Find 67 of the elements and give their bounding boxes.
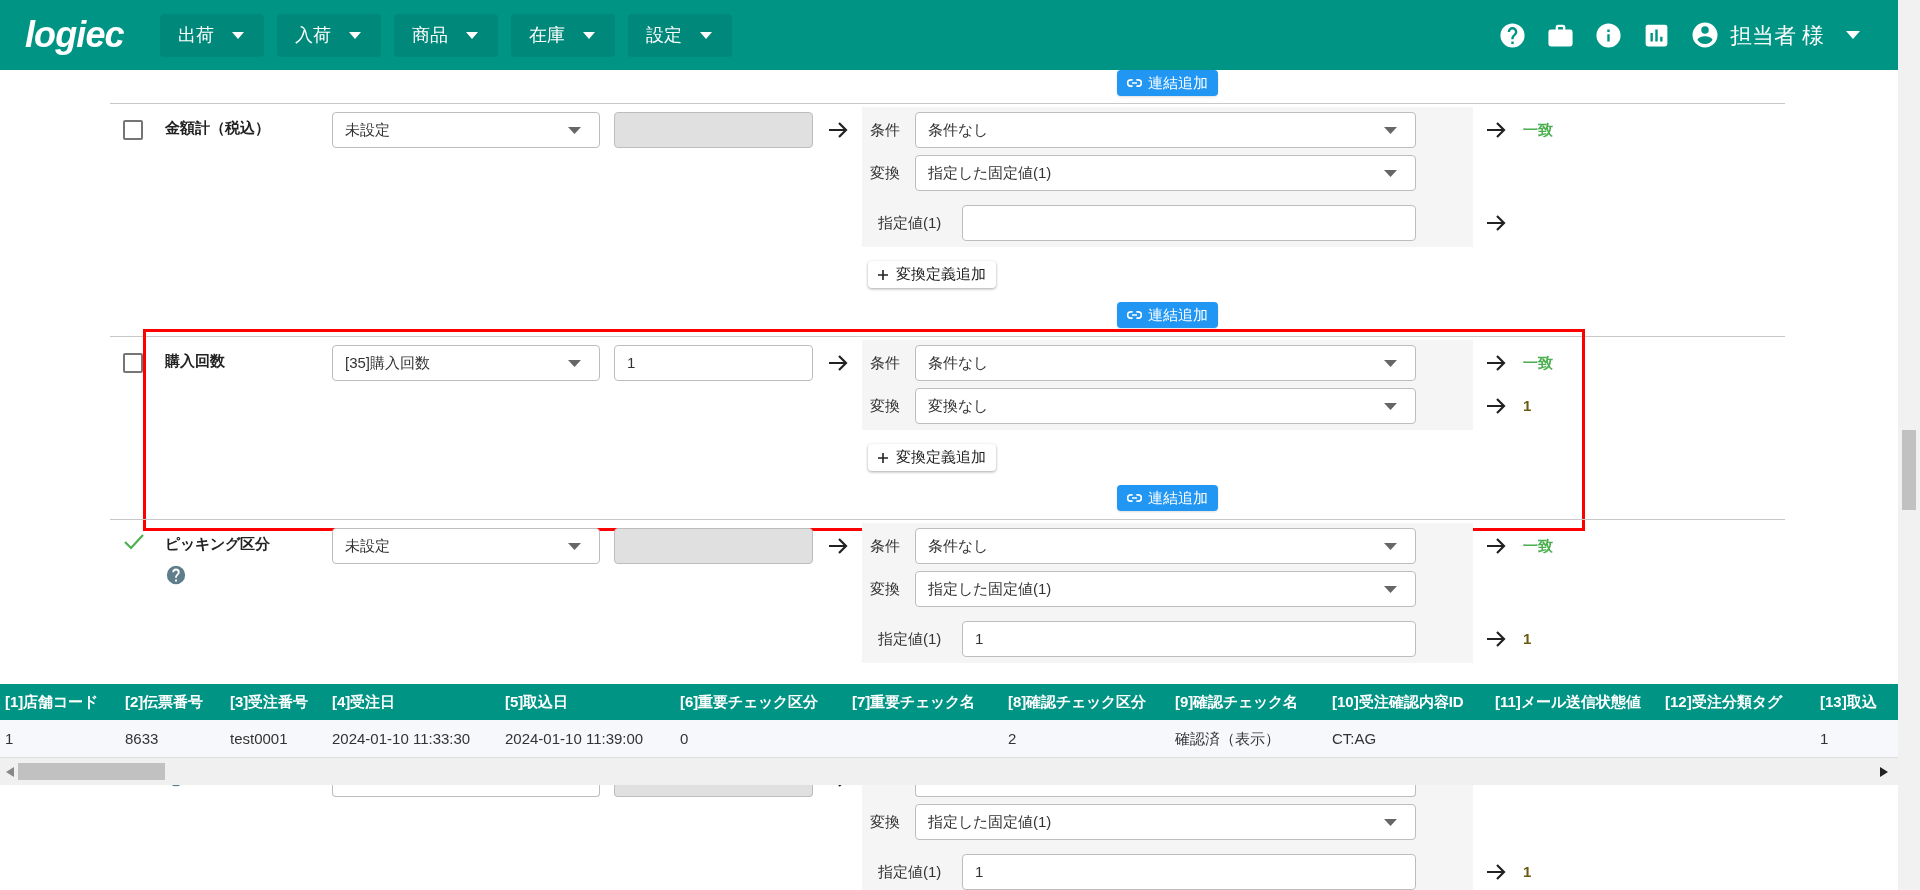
table-cell: 2	[1008, 729, 1017, 747]
add-transform-button[interactable]: 変換定義追加	[868, 261, 996, 288]
nav-menu-button[interactable]: 在庫	[511, 13, 615, 57]
condition-label: 変換	[870, 162, 901, 183]
table-cell: 2024-01-10 11:39:00	[505, 729, 644, 747]
column-header[interactable]: [4]受注日	[332, 693, 396, 710]
add-transform-button[interactable]: 変換定義追加	[868, 444, 996, 471]
field-label: 金額計（税込）	[165, 118, 271, 138]
column-header[interactable]: [8]確認チェック区分	[1008, 693, 1147, 710]
rule-select[interactable]: 条件なし	[915, 528, 1416, 564]
result-text: 1	[1523, 628, 1532, 649]
field-label: 購入回数	[165, 351, 226, 371]
condition-label: 条件	[870, 352, 901, 373]
logo[interactable]: logiec	[25, 17, 135, 53]
condition-label: 条件	[870, 119, 901, 140]
value-label: 指定値(1)	[877, 212, 943, 233]
table-cell: 8633	[125, 729, 159, 747]
column-header[interactable]: [7]重要チェック名	[852, 693, 976, 710]
value-label: 指定値(1)	[877, 861, 943, 882]
column-header[interactable]: [2]伝票番号	[125, 693, 204, 710]
result-text: 一致	[1523, 119, 1553, 140]
condition-label: 条件	[870, 535, 901, 556]
column-header[interactable]: [3]受注番号	[230, 693, 309, 710]
column-header[interactable]: [9]確認チェック名	[1175, 693, 1299, 710]
link-add-button[interactable]: 連結追加	[1117, 302, 1218, 328]
nav-menu-button[interactable]: 出荷	[160, 13, 264, 57]
table-cell: 0	[680, 729, 689, 747]
source-select[interactable]: 未設定	[332, 528, 600, 564]
column-header[interactable]: [10]受注確認内容ID	[1332, 693, 1464, 710]
link-add-button[interactable]: 連結追加	[1117, 485, 1218, 511]
rule-select[interactable]: 指定した固定値(1)	[915, 571, 1416, 607]
table-cell: 2024-01-10 11:33:30	[332, 729, 471, 747]
condition-label: 変換	[870, 395, 901, 416]
result-text: 1	[1523, 861, 1532, 882]
condition-label: 変換	[870, 578, 901, 599]
table-cell: 1	[1820, 729, 1829, 747]
condition-label: 変換	[870, 811, 901, 832]
rule-select[interactable]: 条件なし	[915, 112, 1416, 148]
rule-select[interactable]: 指定した固定値(1)	[915, 804, 1416, 840]
nav-menu-button[interactable]: 設定	[628, 13, 732, 57]
table-cell: test0001	[230, 729, 288, 747]
user-menu-button[interactable]: 担当者 様	[1689, 18, 1860, 52]
link-add-button[interactable]: 連結追加	[1117, 70, 1218, 96]
column-header[interactable]: [12]受注分類タグ	[1665, 693, 1782, 710]
value-label: 指定値(1)	[877, 628, 943, 649]
column-header[interactable]: [5]取込日	[505, 693, 569, 710]
column-header[interactable]: [13]取込	[1820, 693, 1877, 710]
nav-menu-button[interactable]: 商品	[394, 13, 498, 57]
source-select[interactable]: 未設定	[332, 112, 600, 148]
nav-menu-button[interactable]: 入荷	[277, 13, 381, 57]
rule-select[interactable]: 指定した固定値(1)	[915, 155, 1416, 191]
fixed-value-input[interactable]: 1	[962, 854, 1416, 890]
rule-select[interactable]: 変換なし	[915, 388, 1416, 424]
rule-select[interactable]: 条件なし	[915, 345, 1416, 381]
result-text: 1	[1523, 395, 1532, 416]
result-text: 一致	[1523, 535, 1553, 556]
table-cell: 1	[5, 729, 14, 747]
column-header[interactable]: [11]メール送信状態値	[1495, 693, 1641, 710]
table-cell: 確認済（表示）	[1175, 729, 1280, 747]
source-select[interactable]: [35]購入回数	[332, 345, 600, 381]
fixed-value-input[interactable]: 1	[962, 621, 1416, 657]
value-input[interactable]: 1	[614, 345, 813, 381]
field-label: ピッキング区分	[165, 534, 271, 554]
column-header[interactable]: [6]重要チェック区分	[680, 693, 819, 710]
table-cell: CT:AG	[1332, 729, 1377, 747]
result-text: 一致	[1523, 352, 1553, 373]
column-header[interactable]: [1]店舗コード	[5, 693, 99, 710]
